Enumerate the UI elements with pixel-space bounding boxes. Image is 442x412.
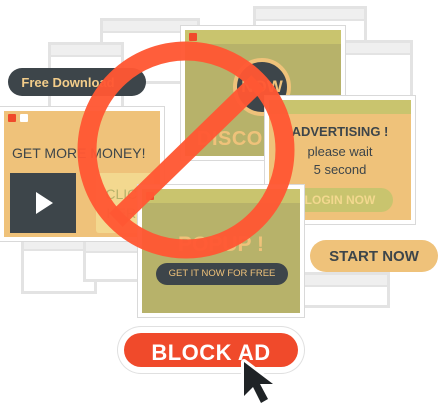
play-icon: [36, 192, 53, 214]
background-window: [296, 272, 390, 308]
advertising-line-1: please wait: [307, 144, 373, 159]
video-thumbnail[interactable]: [10, 173, 76, 233]
free-download-button[interactable]: Free Download: [8, 68, 146, 96]
cursor-arrow-icon: [241, 359, 276, 406]
popup-title: POPUP !: [178, 233, 264, 256]
free-download-label: Free Download: [21, 75, 115, 90]
start-now-button[interactable]: START NOW: [310, 240, 438, 272]
ad-blocker-illustration: Free Download NOW DISCOUNT GET MORE MONE…: [0, 0, 442, 412]
get-it-now-button[interactable]: GET IT NOW FOR FREE: [156, 263, 288, 285]
advertising-line-2: 5 second: [313, 162, 367, 177]
popup-window: POPUP ! GET IT NOW FOR FREE: [138, 185, 304, 317]
money-headline: GET MORE MONEY!: [12, 145, 146, 161]
advertising-title: ADVERTISING !: [291, 124, 389, 139]
